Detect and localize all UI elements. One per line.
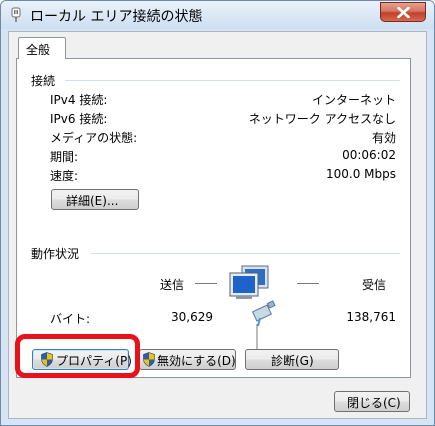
- tab-panel: 接続 IPv4 接続: インターネット IPv6 接続: ネットワーク アクセス…: [16, 58, 411, 378]
- details-button-label: 詳細(E)...: [66, 194, 119, 208]
- connection-heading: 接続: [31, 74, 56, 88]
- window-close-button[interactable]: [380, 2, 426, 22]
- duration-label: 期間:: [50, 150, 79, 164]
- disable-button-label: 無効にする(D): [157, 354, 236, 368]
- dialog-window: ローカル エリア接続の状態 全般 接続 IPv4 接続: インターネット IPv…: [0, 0, 435, 426]
- activity-heading: 動作状況: [31, 247, 80, 261]
- window-title: ローカル エリア接続の状態: [30, 9, 203, 25]
- close-button-label: 閉じる(C): [347, 396, 401, 410]
- speed-label: 速度:: [50, 169, 79, 183]
- received-label: 受信: [362, 278, 387, 292]
- uac-shield-icon: [143, 352, 155, 367]
- tab-general-label: 全般: [26, 43, 51, 57]
- sent-label: 送信: [160, 278, 185, 292]
- network-activity-icon: [229, 265, 276, 355]
- disable-button[interactable]: 無効にする(D): [139, 349, 236, 370]
- network-connection-icon: [11, 7, 21, 22]
- highlight-annotation: [15, 334, 140, 378]
- duration-value: 00:06:02: [342, 148, 396, 162]
- ipv4-value: インターネット: [311, 93, 396, 107]
- bytes-received-value: 138,761: [346, 310, 396, 324]
- close-icon: [397, 7, 410, 18]
- diagnose-button-label: 診断(G): [271, 354, 314, 368]
- details-button[interactable]: 詳細(E)...: [51, 189, 139, 210]
- bytes-sent-value: 30,629: [171, 310, 213, 324]
- activity-divider: [91, 253, 400, 254]
- bytes-label: バイト:: [50, 312, 91, 326]
- title-bar[interactable]: ローカル エリア接続の状態: [1, 1, 434, 29]
- speed-value: 100.0 Mbps: [325, 167, 396, 181]
- ipv6-label: IPv6 接続:: [50, 112, 108, 126]
- sent-line: [195, 283, 217, 284]
- connection-divider: [65, 80, 400, 81]
- received-line: [297, 283, 319, 284]
- media-state-value: 有効: [371, 131, 396, 145]
- tab-general[interactable]: 全般: [18, 37, 66, 59]
- media-state-label: メディアの状態:: [50, 131, 138, 145]
- diagnose-button[interactable]: 診断(G): [245, 349, 339, 370]
- ipv4-label: IPv4 接続:: [50, 93, 108, 107]
- ipv6-value: ネットワーク アクセスなし: [248, 112, 396, 126]
- close-button[interactable]: 閉じる(C): [334, 391, 410, 412]
